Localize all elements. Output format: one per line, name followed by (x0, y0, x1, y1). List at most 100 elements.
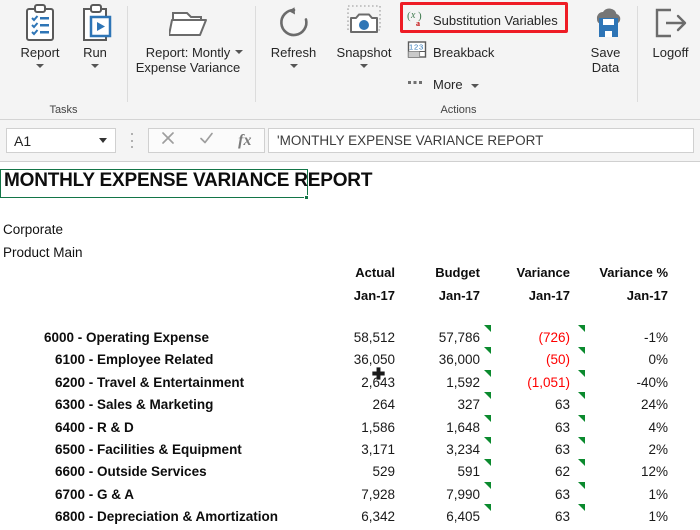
table-cell-actual[interactable]: 2,643 (315, 375, 395, 390)
table-row-label[interactable]: 6400 - R & D (55, 420, 134, 435)
report-button-label: Report (20, 45, 60, 60)
table-cell-variance-pct[interactable]: 0% (578, 352, 668, 367)
col-header-variance: Variance (516, 265, 571, 280)
table-cell-variance[interactable]: 63 (485, 509, 570, 524)
ellipsis-icon (407, 72, 427, 97)
comment-indicator-icon (578, 459, 585, 467)
name-box[interactable]: A1 (6, 128, 116, 153)
formula-action-buttons: fx (148, 128, 265, 153)
more-button[interactable]: More (407, 72, 479, 97)
table-cell-budget[interactable]: 327 (400, 397, 480, 412)
table-cell-actual[interactable]: 6,342 (315, 509, 395, 524)
variable-xa-icon: ( x ) a (407, 8, 427, 33)
col-subheader-budget: Jan-17 (438, 288, 480, 303)
refresh-dropdown-caret-icon[interactable] (289, 63, 298, 68)
ribbon-toolbar: Report Run Tasks Report: Montly Expense … (0, 0, 700, 120)
table-cell-variance-pct[interactable]: -1% (578, 330, 668, 345)
table-cell-variance-pct[interactable]: -40% (578, 375, 668, 390)
comment-indicator-icon (484, 459, 491, 467)
comment-indicator-icon (484, 414, 491, 422)
report-selector-button[interactable]: Report: Montly Expense Variance (133, 2, 251, 76)
snapshot-button[interactable]: Snapshot (330, 2, 398, 68)
svg-text:2: 2 (414, 43, 418, 52)
insert-function-button[interactable]: fx (227, 132, 263, 150)
table-cell-actual[interactable]: 7,928 (315, 487, 395, 502)
col-subheader-variance: Jan-17 (528, 288, 570, 303)
table-cell-budget[interactable]: 3,234 (400, 442, 480, 457)
col-header-budget: Budget (435, 265, 480, 280)
subtitle-line-0[interactable]: Corporate (3, 222, 63, 237)
comment-indicator-icon (578, 325, 585, 332)
comment-indicator-icon (578, 414, 585, 422)
more-caret-icon[interactable] (470, 84, 479, 88)
table-row-label[interactable]: 6600 - Outside Services (55, 464, 207, 479)
table-row-label[interactable]: 6500 - Facilities & Equipment (55, 442, 242, 457)
table-row-label[interactable]: 6300 - Sales & Marketing (55, 397, 213, 412)
formula-input[interactable]: 'MONTHLY EXPENSE VARIANCE REPORT (268, 128, 694, 153)
open-folder-icon (169, 2, 215, 44)
table-cell-actual[interactable]: 36,050 (315, 352, 395, 367)
run-button[interactable]: Run (70, 2, 120, 68)
table-row-label[interactable]: 6100 - Employee Related (55, 352, 213, 367)
comment-indicator-icon (484, 504, 491, 512)
camera-icon (343, 2, 385, 44)
table-cell-variance[interactable]: 62 (485, 464, 570, 479)
comment-indicator-icon (484, 369, 491, 377)
logoff-button[interactable]: Logoff (643, 2, 698, 61)
table-cell-budget[interactable]: 36,000 (400, 352, 480, 367)
table-cell-variance[interactable]: 63 (485, 420, 570, 435)
table-cell-actual[interactable]: 264 (315, 397, 395, 412)
fill-handle[interactable] (304, 195, 309, 200)
report-button[interactable]: Report (10, 2, 70, 68)
table-row-label[interactable]: 6800 - Depreciation & Amortization (55, 509, 278, 524)
col-header-variance-pct: Variance % (599, 265, 668, 280)
report-selector-caret-icon[interactable] (235, 49, 243, 54)
table-cell-actual[interactable]: 3,171 (315, 442, 395, 457)
cancel-formula-button[interactable] (150, 131, 186, 150)
report-dropdown-caret-icon[interactable] (36, 63, 44, 68)
table-cell-budget[interactable]: 7,990 (400, 487, 480, 502)
table-cell-variance-pct[interactable]: 1% (578, 487, 668, 502)
breakback-button[interactable]: 1 2 3 Breakback (407, 40, 494, 65)
table-cell-budget[interactable]: 1,592 (400, 375, 480, 390)
table-cell-variance[interactable]: (726) (485, 330, 570, 345)
name-box-caret-icon[interactable] (99, 138, 107, 143)
table-cell-variance-pct[interactable]: 4% (578, 420, 668, 435)
save-data-button[interactable]: Save Data (578, 2, 633, 76)
table-cell-actual[interactable]: 1,586 (315, 420, 395, 435)
table-row-label[interactable]: 6700 - G & A (55, 487, 134, 502)
table-cell-variance[interactable]: (50) (485, 352, 570, 367)
table-cell-variance[interactable]: (1,051) (485, 375, 570, 390)
subtitle-line-1[interactable]: Product Main (3, 245, 83, 260)
table-cell-variance[interactable]: 63 (485, 487, 570, 502)
table-cell-budget[interactable]: 591 (400, 464, 480, 479)
worksheet-area[interactable]: MONTHLY EXPENSE VARIANCE REPORT Corporat… (0, 162, 700, 530)
svg-text:3: 3 (419, 43, 423, 52)
table-cell-budget[interactable]: 1,648 (400, 420, 480, 435)
breakback-label: Breakback (433, 45, 495, 60)
report-title-cell[interactable]: MONTHLY EXPENSE VARIANCE REPORT (4, 170, 372, 192)
table-cell-budget[interactable]: 57,786 (400, 330, 480, 345)
table-cell-variance[interactable]: 63 (485, 397, 570, 412)
refresh-button[interactable]: Refresh (262, 2, 325, 68)
table-cell-variance-pct[interactable]: 24% (578, 397, 668, 412)
table-cell-actual[interactable]: 58,512 (315, 330, 395, 345)
substitution-variables-button[interactable]: ( x ) a Substitution Variables (407, 8, 558, 33)
table-row-label[interactable]: 6000 - Operating Expense (44, 330, 209, 345)
formula-bar-grip[interactable] (131, 133, 134, 148)
confirm-formula-button[interactable] (188, 131, 224, 150)
comment-indicator-icon (578, 369, 585, 377)
table-cell-variance[interactable]: 63 (485, 442, 570, 457)
table-cell-variance-pct[interactable]: 1% (578, 509, 668, 524)
snapshot-dropdown-caret-icon[interactable] (360, 63, 368, 68)
formula-bar-row: A1 fx 'MONTHLY EXPENSE VARIANCE REPORT (0, 120, 700, 162)
table-row-label[interactable]: 6200 - Travel & Entertainment (55, 375, 244, 390)
run-button-label: Run (83, 45, 107, 60)
comment-indicator-icon (578, 481, 585, 489)
table-cell-variance-pct[interactable]: 12% (578, 464, 668, 479)
run-dropdown-caret-icon[interactable] (91, 63, 99, 68)
table-cell-variance-pct[interactable]: 2% (578, 442, 668, 457)
comment-indicator-icon (578, 504, 585, 512)
table-cell-actual[interactable]: 529 (315, 464, 395, 479)
table-cell-budget[interactable]: 6,405 (400, 509, 480, 524)
